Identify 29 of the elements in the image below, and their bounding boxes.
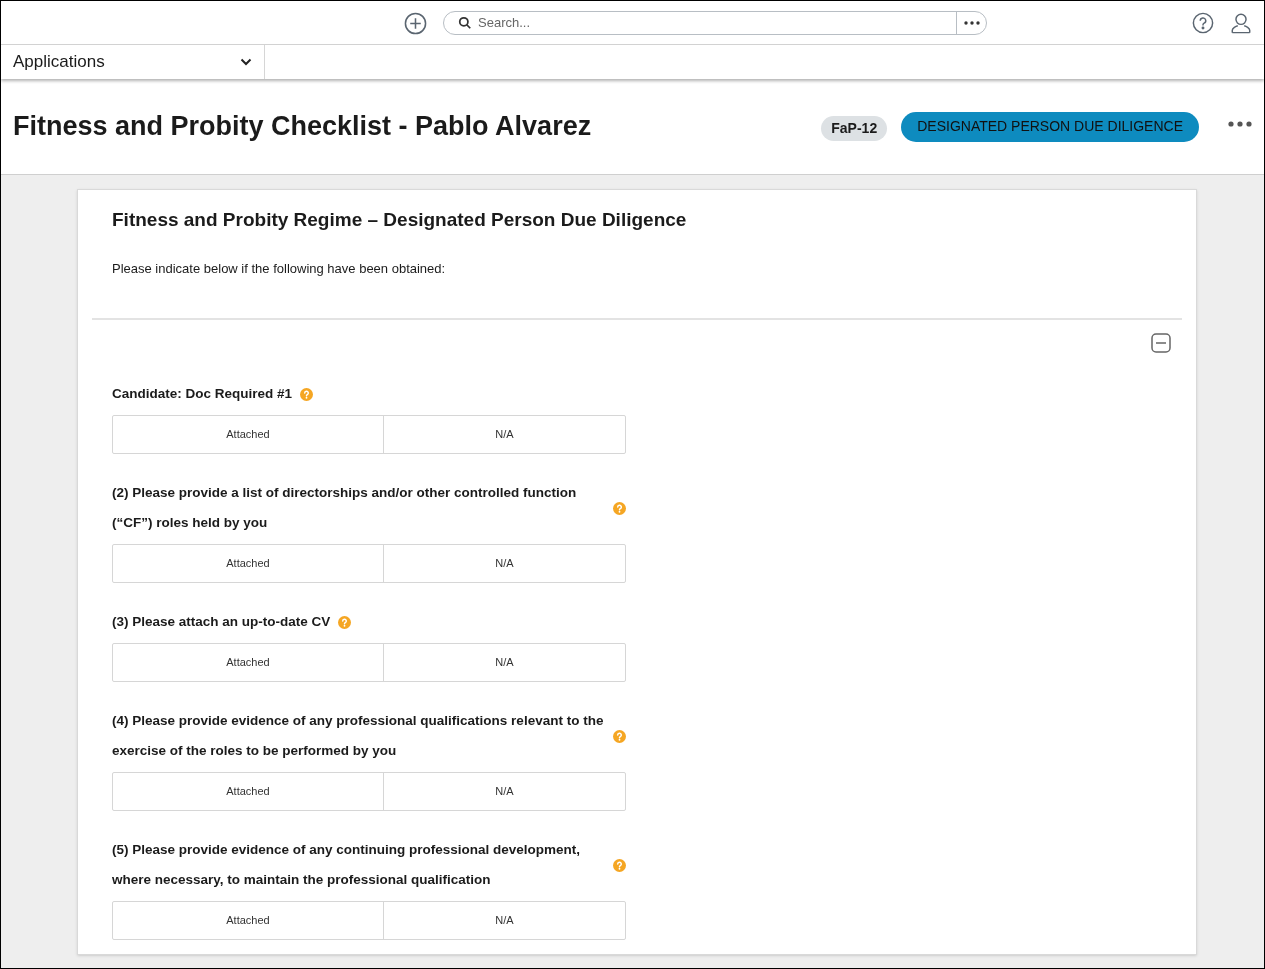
- answer-option[interactable]: Attached: [113, 416, 384, 453]
- chevron-down-icon: [240, 58, 252, 66]
- form-heading: Fitness and Probity Regime – Designated Person Due Diligence: [112, 208, 688, 232]
- answer-option[interactable]: N/A: [384, 773, 625, 810]
- add-icon[interactable]: [404, 11, 427, 35]
- user-icon[interactable]: [1230, 11, 1252, 34]
- question-label: Candidate: Doc Required #1: [112, 385, 293, 403]
- answer-option[interactable]: N/A: [384, 902, 625, 939]
- answer-option[interactable]: Attached: [113, 902, 384, 939]
- collapse-icon[interactable]: [1151, 333, 1171, 353]
- answer-option[interactable]: N/A: [384, 416, 625, 453]
- search-icon: [458, 16, 472, 30]
- more-icon[interactable]: [1228, 120, 1252, 127]
- answer-option[interactable]: Attached: [113, 773, 384, 810]
- record-id-tag: FaP-12: [821, 115, 888, 141]
- search-field[interactable]: Search...: [478, 13, 956, 33]
- question-label: (5) Please provide evidence of any continuing professional development, where necessary, to maintain the professional qualification: [112, 841, 582, 889]
- answer-option[interactable]: N/A: [384, 644, 625, 681]
- more-icon[interactable]: [963, 21, 980, 25]
- workflow-stage-button[interactable]: DESIGNATED PERSON DUE DILIGENCE: [901, 111, 1199, 142]
- page-title: Fitness and Probity Checklist - Pablo Alvarez: [13, 110, 592, 144]
- question-label: (2) Please provide a list of directorships and/or other controlled function (“CF”) roles held by you: [112, 484, 578, 532]
- answer-option[interactable]: N/A: [384, 545, 625, 582]
- help-icon[interactable]: [1192, 11, 1214, 34]
- answer-option[interactable]: Attached: [113, 644, 384, 681]
- question-label: (3) Please attach an up-to-date CV: [112, 613, 331, 631]
- answer-option[interactable]: Attached: [113, 545, 384, 582]
- form-intro: Please indicate below if the following have been obtained:: [112, 259, 447, 278]
- question-label: (4) Please provide evidence of any professional qualifications relevant to the exercise of the roles to be performed by you: [112, 712, 605, 760]
